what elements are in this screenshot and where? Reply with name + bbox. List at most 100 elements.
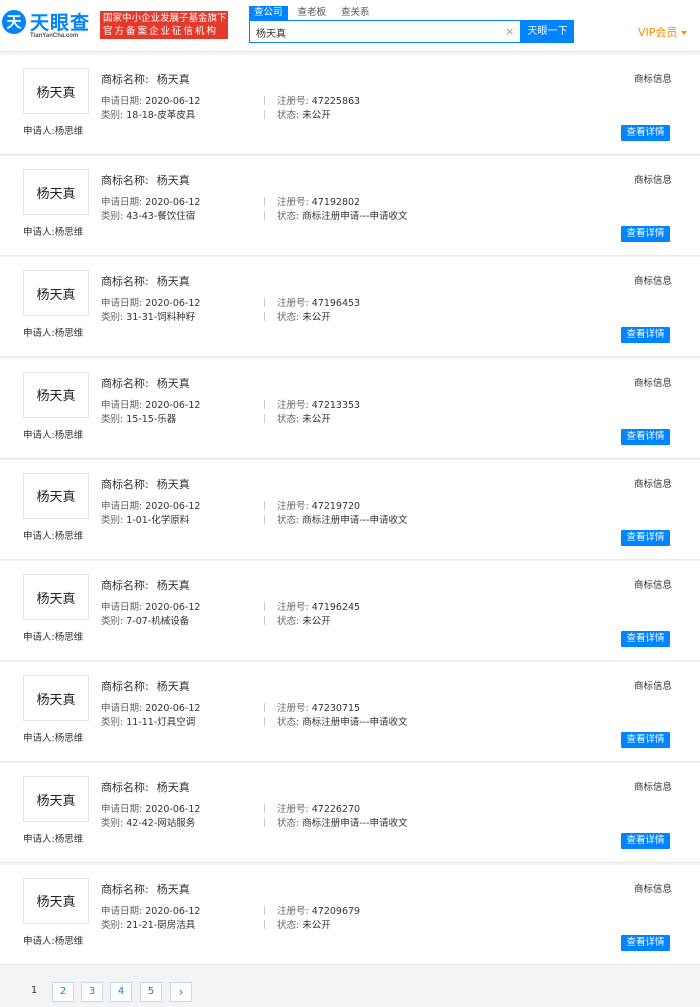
trademark-name-row: 商标名称: 杨天真 <box>101 71 190 87</box>
regno-label: 注册号: <box>277 298 309 310</box>
registration-number: 注册号: 47225863 <box>277 93 360 107</box>
trademark-image[interactable]: 杨天真 <box>23 68 89 114</box>
tab-boss[interactable]: 查老板 <box>293 6 332 20</box>
page-link[interactable]: 3 <box>81 982 103 1002</box>
page-link[interactable]: 4 <box>110 982 132 1002</box>
apply-date: 申请日期: 2020-06-12 <box>101 295 200 309</box>
date-value: 2020-06-12 <box>145 905 201 917</box>
trademark-image[interactable]: 杨天真 <box>23 371 89 418</box>
date-value: 2020-06-12 <box>145 804 201 816</box>
view-details-button[interactable]: 查看详情 <box>621 428 670 445</box>
status-value: 未公开 <box>302 616 331 627</box>
applicant: 申请人:杨思维 <box>23 933 83 947</box>
status-value: 商标注册申请---申请收文 <box>302 717 408 729</box>
applicant-value: 杨思维 <box>54 328 84 340</box>
vip-menu[interactable]: VIP会员 <box>638 24 688 40</box>
trademark-image[interactable]: 杨天真 <box>23 574 89 620</box>
applicant-value: 杨思维 <box>54 429 84 441</box>
status: 状态: 商标注册申请---申请收文 <box>277 512 408 526</box>
field-divider <box>264 818 265 828</box>
view-details-button[interactable]: 查看详情 <box>621 631 670 647</box>
class-value: 21-21-厨房洁具 <box>126 919 196 931</box>
view-details-button[interactable]: 查看详情 <box>621 529 670 546</box>
registration-number: 注册号: 47196245 <box>277 599 360 613</box>
class-label: 类别: <box>101 616 124 627</box>
page-current[interactable]: 1 <box>23 982 45 1002</box>
field-divider <box>264 804 265 814</box>
applicant: 申请人:杨思维 <box>23 629 83 643</box>
name-label: 商标名称: <box>101 579 149 592</box>
field-divider <box>264 399 265 409</box>
next-page-icon[interactable]: › <box>170 982 192 1002</box>
view-details-button[interactable]: 查看详情 <box>621 125 670 141</box>
status-value: 商标注册申请---申请收文 <box>302 211 408 223</box>
view-details-button[interactable]: 查看详情 <box>621 732 670 749</box>
trademark-card: 杨天真 商标名称: 杨天真 申请日期: 2020-06-12 类别: 18-18-皮革皮… <box>0 55 700 155</box>
class-value: 31-31-饲料种籽 <box>126 312 196 324</box>
category: 类别: 7-07-机械设备 <box>101 613 189 627</box>
regno-label: 注册号: <box>277 602 309 613</box>
class-value: 7-07-机械设备 <box>126 616 190 627</box>
regno-value: 47213353 <box>311 399 361 411</box>
date-label: 申请日期: <box>101 804 143 816</box>
applicant-label: 申请人: <box>23 429 55 441</box>
apply-date: 申请日期: 2020-06-12 <box>101 903 200 917</box>
trademark-image[interactable]: 杨天真 <box>23 472 89 519</box>
regno-value: 47196453 <box>311 298 361 310</box>
class-value: 42-42-网站服务 <box>126 818 196 830</box>
regno-value: 47192802 <box>311 197 361 209</box>
clear-icon[interactable]: × <box>505 24 514 40</box>
field-divider <box>264 110 265 119</box>
trademark-image[interactable]: 杨天真 <box>23 169 89 216</box>
apply-date: 申请日期: 2020-06-12 <box>101 700 200 714</box>
status-label: 状态: <box>277 413 300 425</box>
name-label: 商标名称: <box>101 174 149 188</box>
trademark-name: 杨天真 <box>156 882 190 896</box>
regno-value: 47230715 <box>311 703 361 715</box>
trademark-info-tag: 商标信息 <box>634 681 673 693</box>
view-details-button[interactable]: 查看详情 <box>621 327 670 344</box>
view-details-button[interactable]: 查看详情 <box>621 226 670 243</box>
tab-relation[interactable]: 查关系 <box>336 6 375 20</box>
vip-label: VIP会员 <box>638 26 678 39</box>
field-divider <box>264 211 265 221</box>
registration-number: 注册号: 47209679 <box>277 903 360 917</box>
applicant-label: 申请人: <box>23 227 55 239</box>
applicant-label: 申请人: <box>23 632 55 643</box>
trademark-info-tag: 商标信息 <box>634 74 673 85</box>
field-divider <box>264 919 265 929</box>
class-label: 类别: <box>101 818 124 830</box>
class-value: 18-18-皮革皮具 <box>126 110 196 121</box>
trademark-info-tag: 商标信息 <box>634 377 673 389</box>
status-value: 未公开 <box>302 413 331 425</box>
status-value: 商标注册申请---申请收文 <box>302 818 408 830</box>
trademark-info-tag: 商标信息 <box>634 276 673 288</box>
search-tabs: 查公司 查老板 查关系 <box>249 6 380 20</box>
class-label: 类别: <box>101 211 124 223</box>
trademark-info-tag: 商标信息 <box>634 580 673 591</box>
tab-company[interactable]: 查公司 <box>249 6 288 20</box>
view-details-button[interactable]: 查看详情 <box>621 934 670 951</box>
class-label: 类别: <box>101 919 124 931</box>
logo[interactable]: 天 天眼查 TianYanCha.com <box>2 8 94 42</box>
search-button[interactable]: 天眼一下 <box>521 20 574 43</box>
applicant-value: 杨思维 <box>54 227 84 239</box>
page-link[interactable]: 2 <box>52 982 74 1002</box>
status: 状态: 商标注册申请---申请收文 <box>277 208 408 222</box>
top-header: 天 天眼查 TianYanCha.com 国家中小企业发展子基金旗下 官方备案企… <box>0 0 700 52</box>
applicant-value: 杨思维 <box>54 834 84 846</box>
applicant: 申请人:杨思维 <box>23 528 83 542</box>
view-details-button[interactable]: 查看详情 <box>621 833 670 850</box>
search-input[interactable] <box>256 24 496 40</box>
regno-label: 注册号: <box>277 500 309 512</box>
trademark-image[interactable]: 杨天真 <box>23 877 89 924</box>
date-value: 2020-06-12 <box>145 602 201 613</box>
trademark-image[interactable]: 杨天真 <box>23 776 89 823</box>
trademark-image[interactable]: 杨天真 <box>23 675 89 722</box>
trademark-name: 杨天真 <box>156 680 190 694</box>
trademark-name-row: 商标名称: 杨天真 <box>101 172 190 188</box>
field-divider <box>264 514 265 524</box>
page-link[interactable]: 5 <box>140 982 162 1002</box>
name-label: 商标名称: <box>101 781 149 795</box>
trademark-image[interactable]: 杨天真 <box>23 270 89 317</box>
